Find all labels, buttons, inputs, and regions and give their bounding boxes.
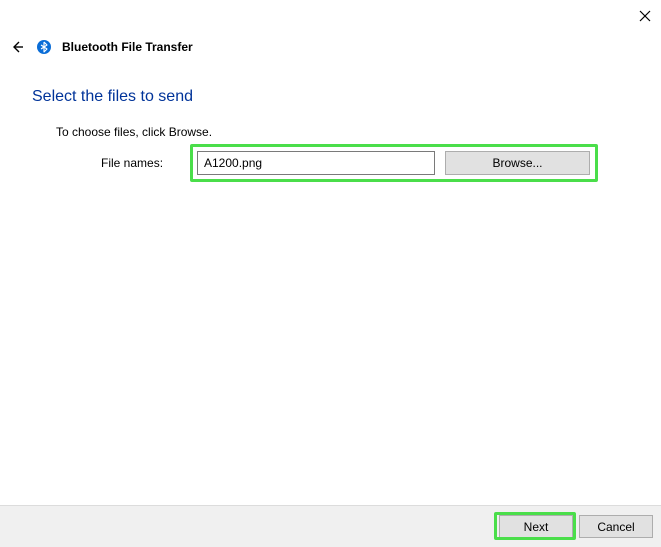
browse-button[interactable]: Browse... bbox=[445, 151, 590, 175]
close-button[interactable] bbox=[637, 8, 653, 24]
header-row: Bluetooth File Transfer bbox=[8, 38, 193, 56]
bluetooth-icon bbox=[36, 39, 52, 55]
bottom-bar: Next Cancel bbox=[0, 505, 661, 547]
cancel-button[interactable]: Cancel bbox=[579, 515, 653, 538]
window-title: Bluetooth File Transfer bbox=[62, 40, 193, 54]
file-names-label: File names: bbox=[101, 156, 163, 170]
file-names-input[interactable] bbox=[197, 151, 435, 175]
back-arrow-icon[interactable] bbox=[8, 38, 26, 56]
next-button[interactable]: Next bbox=[499, 515, 573, 538]
page-heading: Select the files to send bbox=[32, 88, 193, 106]
instruction-text: To choose files, click Browse. bbox=[56, 125, 212, 139]
